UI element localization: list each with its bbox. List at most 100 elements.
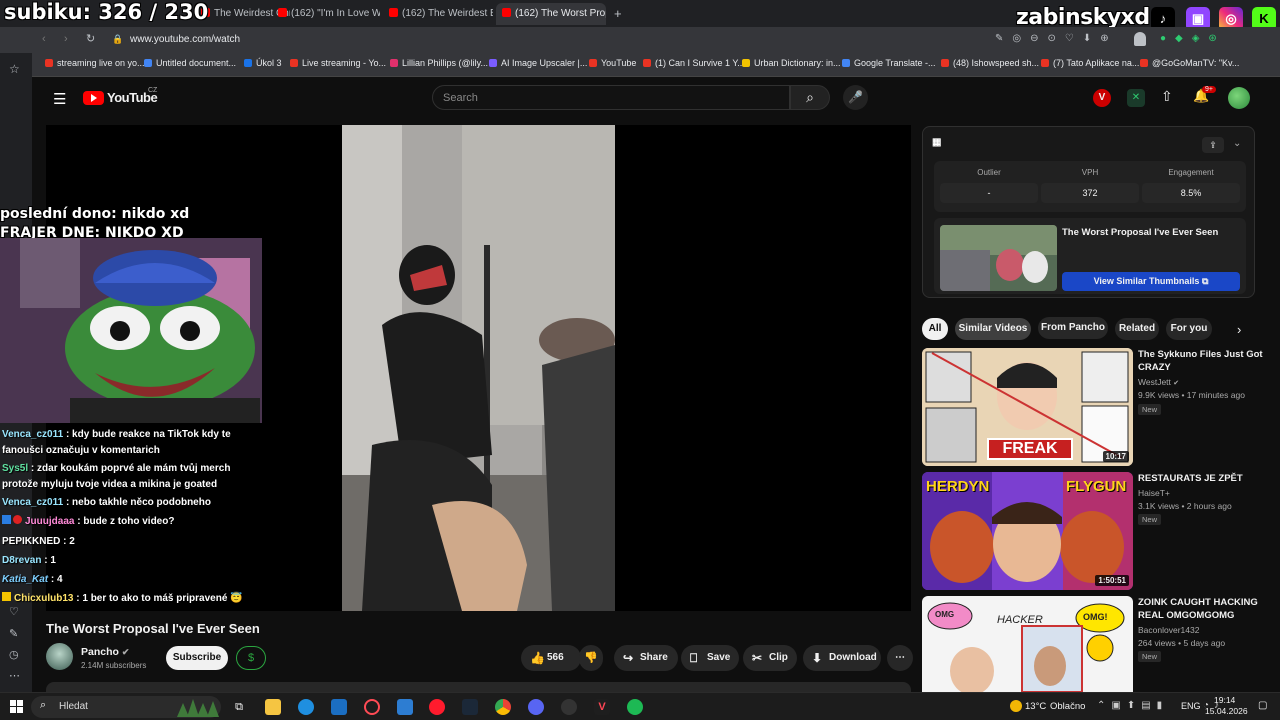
reload-icon[interactable]: ↻ — [86, 32, 95, 45]
bookmark-item[interactable]: AI Image Upscaler |... — [489, 58, 587, 68]
recommendation-thumbnail[interactable]: FREAK 10:17 — [922, 348, 1133, 466]
bookmark-item[interactable]: YouTube — [589, 58, 636, 68]
url-text[interactable]: www.youtube.com/watch — [130, 34, 240, 45]
chip-all[interactable]: All — [922, 318, 948, 340]
new-badge: New — [1138, 514, 1162, 525]
like-button[interactable]: 👍 566 — [521, 645, 581, 671]
chip-similar-videos[interactable]: Similar Videos — [955, 318, 1031, 340]
search-highlight-icon — [177, 699, 219, 717]
thumb-caption-right: FLYGUN — [1066, 478, 1127, 495]
history-icon[interactable]: ◷ — [9, 648, 19, 661]
new-tab-button[interactable]: + — [614, 6, 622, 21]
tab-weirdest-body[interactable]: (162) The Weirdest Bodyc — [383, 3, 493, 25]
spotify-icon[interactable] — [627, 699, 643, 715]
profile-icon[interactable] — [1134, 32, 1146, 46]
extension-v-icon[interactable]: V — [1093, 89, 1111, 107]
subscribe-button[interactable]: Subscribe — [166, 646, 228, 670]
edge-icon[interactable] — [298, 699, 314, 715]
obs-icon[interactable] — [561, 699, 577, 715]
thanks-dollar-icon[interactable]: $ — [236, 646, 266, 670]
bookmark-item[interactable]: Urban Dictionary: in... — [742, 58, 841, 68]
voice-search-icon[interactable]: 🎤 — [843, 85, 868, 110]
app-icon[interactable] — [397, 699, 413, 715]
extension-video-title: The Worst Proposal I've Ever Seen — [1062, 227, 1219, 238]
chip-from-pancho[interactable]: From Pancho — [1038, 317, 1108, 339]
recommendation-channel[interactable]: WestJett ✔ — [1138, 377, 1179, 387]
logo-country: CZ — [148, 87, 158, 94]
thumb-caption-right: OMG! — [1083, 612, 1108, 622]
clock-date[interactable]: 15.04.2026 — [1205, 706, 1248, 716]
description-box[interactable] — [46, 682, 911, 692]
share-button[interactable]: ↪ Share — [614, 645, 678, 671]
bookmarks-bar: streaming live on yo... Untitled documen… — [32, 53, 1280, 77]
extension-x-icon[interactable]: ✕ — [1127, 89, 1145, 107]
collapse-chevron-icon[interactable]: ⌄ — [1233, 138, 1241, 149]
discord-icon[interactable] — [528, 699, 544, 715]
windows-start-icon[interactable] — [10, 700, 23, 713]
search-button[interactable]: ⌕ — [790, 85, 830, 110]
bookmark-item[interactable]: @GoGoManTV: "Kv... — [1140, 58, 1239, 68]
verified-icon: ✔ — [1173, 380, 1180, 387]
recommendation-title[interactable]: RESTAURATS JE ZPĚT — [1138, 472, 1266, 485]
channel-name[interactable]: Pancho ✔ — [81, 646, 129, 658]
download-button[interactable]: ⬇ Download — [803, 645, 881, 671]
view-similar-thumbnails-button[interactable]: View Similar Thumbnails ⧉ — [1062, 272, 1240, 291]
weather-icon[interactable] — [1010, 700, 1022, 712]
bookmark-item[interactable]: Live streaming - Yo... — [290, 58, 386, 68]
chevron-right-icon[interactable]: › — [1237, 322, 1241, 337]
bookmark-item[interactable]: Úkol 3 — [244, 58, 282, 68]
recommendation-channel[interactable]: Baconlover1432 — [1138, 625, 1199, 635]
bookmark-item[interactable]: (7) Tato Aplikace na... — [1041, 58, 1139, 68]
bookmark-item[interactable]: Untitled document... — [144, 58, 236, 68]
avatar[interactable] — [1228, 87, 1250, 109]
forward-icon[interactable]: › — [64, 33, 68, 45]
edit-icon[interactable]: ✎ — [9, 627, 18, 640]
bookmark-item[interactable]: streaming live on yo... — [45, 58, 145, 68]
valorant-icon[interactable]: V — [594, 699, 610, 715]
recommendation-thumbnail[interactable]: HERDYN FLYGUN 1:50:51 — [922, 472, 1133, 590]
dislike-button[interactable]: 👎 — [579, 645, 603, 671]
bookmark-item[interactable]: Lillian Phillips (@lily... — [390, 58, 488, 68]
upload-icon[interactable]: ⇧ — [1161, 88, 1173, 105]
opera-gx-icon[interactable] — [364, 699, 380, 715]
notification-badge: 9+ — [1202, 86, 1216, 93]
export-icon[interactable]: ⇪ — [1202, 137, 1224, 153]
address-bar-actions[interactable]: ✎◎⊖⊙♡⬇⊕ — [995, 33, 1118, 44]
hamburger-menu-icon[interactable]: ☰ — [53, 90, 66, 108]
bookmark-item[interactable]: Google Translate -... — [842, 58, 936, 68]
more-icon[interactable]: ⋯ — [9, 669, 20, 682]
store-icon[interactable] — [331, 699, 347, 715]
extension-icons[interactable]: ●◆◈⊛ — [1160, 33, 1226, 44]
bookmark-item[interactable]: (48) Ishowspeed sh... — [941, 58, 1039, 68]
tray-icons[interactable]: ⌃▣⬆▤▮ — [1097, 700, 1168, 711]
bookmark-item[interactable]: (1) Can I Survive 1 Y... — [643, 58, 745, 68]
webcam-overlay — [0, 238, 262, 423]
new-badge: New — [1138, 404, 1162, 415]
star-icon[interactable]: ☆ — [9, 62, 20, 76]
clip-button[interactable]: ✂ Clip — [743, 645, 797, 671]
steam-icon[interactable] — [462, 699, 478, 715]
youtube-favicon-icon — [502, 8, 511, 17]
search-input[interactable]: Search — [432, 85, 790, 110]
tab-worst-proposal[interactable]: (162) The Worst Proposal — [496, 3, 606, 25]
recommendation-title[interactable]: The Sykkuno Files Just Got CRAZY — [1138, 348, 1266, 374]
recommendation-thumbnail[interactable]: OMG HACKER OMG! — [922, 596, 1133, 692]
notification-center-icon[interactable]: ▢ — [1258, 700, 1267, 711]
channel-avatar[interactable] — [46, 643, 73, 670]
language-indicator[interactable]: ENG — [1181, 701, 1201, 711]
tab-in-love[interactable]: (162) "I'm In Love With M — [272, 3, 380, 25]
chip-related[interactable]: Related — [1115, 318, 1159, 340]
file-explorer-icon[interactable] — [265, 699, 281, 715]
chrome-icon[interactable] — [495, 699, 511, 715]
taskbar-search[interactable]: ⌕ Hledat — [31, 696, 221, 718]
recommendation-title[interactable]: ZOINK CAUGHT HACKING REAL OMGOMGOMG — [1138, 596, 1266, 622]
recommendation-channel[interactable]: HaiseT+ — [1138, 488, 1170, 498]
youtube-logo-icon[interactable] — [83, 91, 104, 105]
chip-for-you[interactable]: For you — [1166, 318, 1212, 340]
clock-time[interactable]: 19:14 — [1214, 695, 1235, 705]
opera-icon[interactable] — [429, 699, 445, 715]
more-actions-button[interactable]: ⋯ — [887, 645, 913, 671]
task-view-icon[interactable]: ⧉ — [231, 699, 247, 715]
save-button[interactable]: ⎕ Save — [681, 645, 739, 671]
back-icon[interactable]: ‹ — [42, 33, 46, 45]
